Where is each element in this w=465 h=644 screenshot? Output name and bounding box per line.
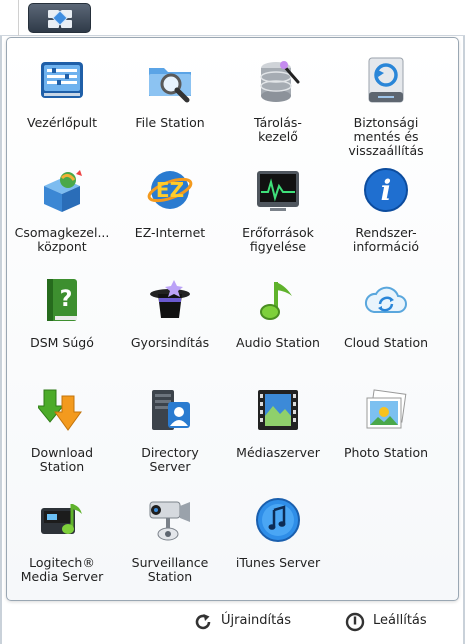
app-label: File Station	[135, 115, 205, 130]
app-tile[interactable]: i Rendszer- információ	[334, 166, 438, 270]
app-label: Cloud Station	[343, 335, 429, 350]
app-label: EZ-Internet	[134, 225, 206, 240]
app-tile[interactable]: File Station	[118, 56, 222, 160]
svg-text:i: i	[381, 174, 392, 207]
photo-stack-icon	[366, 389, 407, 429]
system-info-icon: i	[364, 168, 408, 212]
app-tile[interactable]: Surveillance Station	[118, 496, 222, 600]
app-label: Biztonsági mentés és visszaállítás	[348, 115, 424, 158]
app-label: Gyorsindítás	[130, 335, 210, 350]
app-tile[interactable]: EZ EZ-Internet	[118, 166, 222, 270]
app-tile[interactable]: iTunes Server	[226, 496, 330, 600]
app-label: Photo Station	[343, 445, 429, 460]
app-tile[interactable]: Csomagkezel... központ	[10, 166, 114, 270]
window-frame-left	[0, 36, 2, 644]
app-label: Csomagkezel... központ	[14, 225, 110, 254]
storage-manager-icon	[260, 61, 300, 102]
taskbar-edge	[0, 0, 19, 36]
app-tile[interactable]: ? DSM Súgó	[10, 276, 114, 380]
app-label: Audio Station	[236, 335, 320, 350]
app-label: Directory Server	[141, 445, 199, 474]
menu-footer: Újraindítás Leállítás	[0, 602, 465, 644]
app-label: DSM Súgó	[30, 335, 94, 350]
backup-restore-icon	[368, 57, 404, 103]
app-tile[interactable]: Audio Station	[226, 276, 330, 380]
folder-search-icon	[149, 68, 191, 103]
app-tile[interactable]: Biztonsági mentés és visszaállítás	[334, 56, 438, 160]
control-panel-icon	[41, 62, 83, 98]
app-label: iTunes Server	[235, 555, 321, 570]
main-menu-button[interactable]	[28, 3, 91, 33]
app-tile[interactable]: Directory Server	[118, 386, 222, 490]
grid-menu-icon	[48, 10, 72, 28]
magic-hat-icon	[150, 280, 190, 318]
restart-label: Újraindítás	[221, 613, 291, 628]
app-tile[interactable]: Tárolás- kezelő	[226, 56, 330, 160]
app-label: Logitech® Media Server	[20, 555, 104, 584]
svg-text:?: ?	[60, 287, 73, 312]
app-tile[interactable]: Download Station	[10, 386, 114, 490]
ez-internet-icon: EZ	[147, 171, 193, 209]
app-tile[interactable]: Vezérlőpult	[10, 56, 114, 160]
app-tile[interactable]: Erőforrások figyelése	[226, 166, 330, 270]
restart-icon	[195, 614, 211, 630]
app-tile[interactable]: Médiaszerver	[226, 386, 330, 490]
power-icon	[345, 612, 365, 632]
package-center-icon	[44, 170, 82, 212]
music-note-icon	[260, 282, 292, 320]
security-camera-icon	[149, 501, 190, 541]
resource-monitor-icon	[257, 171, 299, 211]
main-menu-panel: Vezérlőpult File Station Tárolás- kezelő…	[6, 37, 459, 601]
help-book-icon: ?	[47, 279, 77, 321]
app-label: Download Station	[30, 445, 94, 474]
film-strip-icon	[258, 390, 298, 430]
directory-server-icon	[152, 390, 190, 430]
app-tile[interactable]: Cloud Station	[334, 276, 438, 380]
itunes-icon	[256, 498, 300, 542]
taskbar	[0, 0, 465, 36]
app-label: Surveillance Station	[131, 555, 209, 584]
app-label: Erőforrások figyelése	[242, 225, 314, 254]
logitech-media-icon	[41, 504, 82, 534]
app-label: Tárolás- kezelő	[254, 115, 302, 144]
download-arrows-icon	[38, 389, 82, 431]
app-label: Rendszer- információ	[352, 225, 420, 254]
app-tile[interactable]: Logitech® Media Server	[10, 496, 114, 600]
svg-text:EZ: EZ	[156, 178, 184, 202]
app-tile[interactable]: Photo Station	[334, 386, 438, 490]
app-tile[interactable]: Gyorsindítás	[118, 276, 222, 380]
app-label: Médiaszerver	[236, 445, 320, 460]
app-label: Vezérlőpult	[26, 115, 97, 130]
cloud-sync-icon	[365, 286, 407, 313]
shutdown-label: Leállítás	[373, 613, 427, 628]
